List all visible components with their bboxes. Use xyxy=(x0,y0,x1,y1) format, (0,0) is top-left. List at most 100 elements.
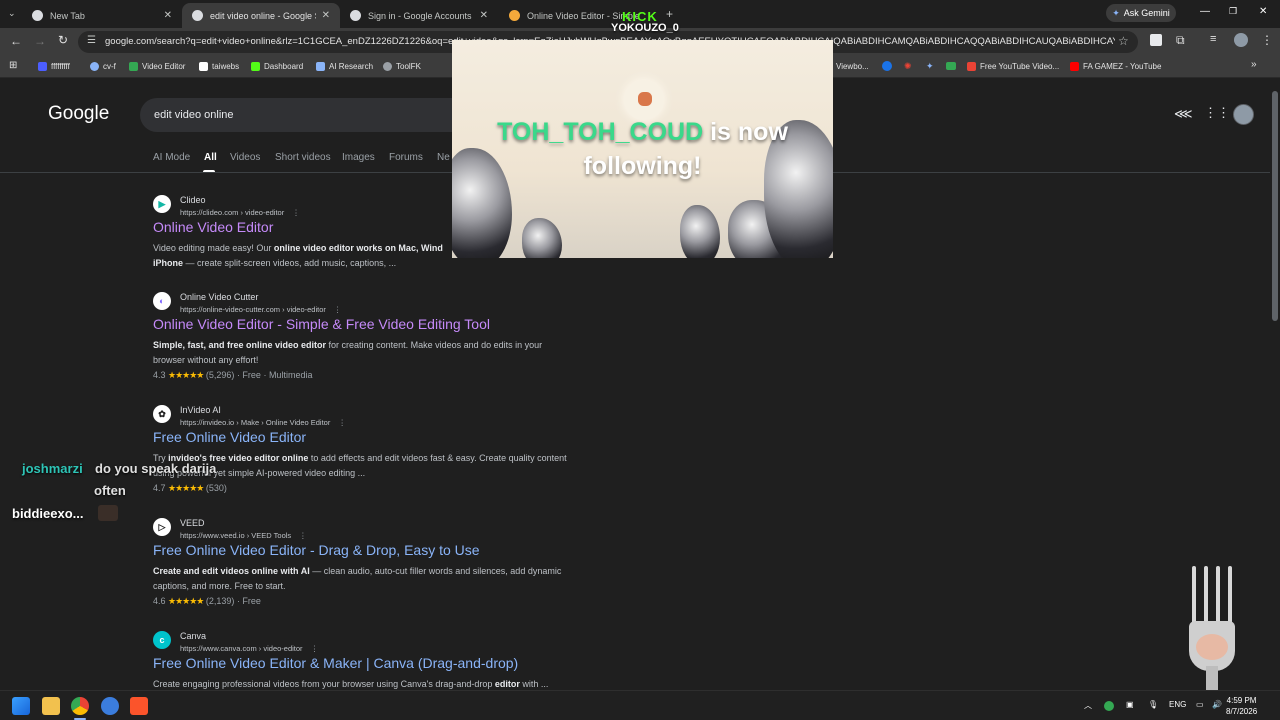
google-apps-icon[interactable]: ⋮⋮ xyxy=(1204,105,1230,121)
search-input[interactable]: edit video online xyxy=(140,98,470,132)
result-url[interactable]: https://www.canva.com › video-editor ⋮ xyxy=(180,644,318,653)
close-icon[interactable]: ✕ xyxy=(322,10,330,21)
more-options-icon[interactable]: ⋮ xyxy=(334,305,342,314)
bookmark-item[interactable]: Dashboard xyxy=(251,62,303,71)
bookmark-label: fffffffff xyxy=(51,62,70,71)
bookmark-icon[interactable] xyxy=(882,61,892,71)
bookmark-item[interactable]: Video Editor xyxy=(129,62,185,71)
result-url-text: https://online-video-cutter.com › video-… xyxy=(180,305,326,314)
tab-sign-in[interactable]: Sign in - Google Accounts ✕ xyxy=(340,3,498,28)
page-scrollbar[interactable] xyxy=(1270,79,1280,690)
file-explorer-icon[interactable] xyxy=(42,697,60,715)
tab-short-videos[interactable]: Short videos xyxy=(275,152,331,163)
bookmark-label: taiwebs xyxy=(212,62,240,71)
tab-google-search[interactable]: edit video online - Google Search ✕ xyxy=(182,3,340,28)
tab-title: edit video online - Google Search xyxy=(210,10,316,21)
bookmark-icon[interactable]: ✺ xyxy=(904,61,912,72)
bookmark-item[interactable]: cv-f xyxy=(90,62,116,71)
more-options-icon[interactable]: ⋮ xyxy=(338,418,346,427)
share-icon[interactable]: ⋘ xyxy=(1174,106,1193,122)
volume-icon[interactable]: 🔊 xyxy=(1212,700,1222,709)
more-options-icon[interactable]: ⋮ xyxy=(292,208,300,217)
tab-search-icon[interactable]: ⌄ xyxy=(8,8,16,19)
result-title-link[interactable]: Online Video Editor - Simple & Free Vide… xyxy=(153,316,490,332)
scrollbar-thumb[interactable] xyxy=(1272,91,1278,321)
profile-avatar-icon[interactable] xyxy=(1234,33,1248,47)
bookmark-icon[interactable] xyxy=(946,62,956,70)
apps-grid-icon[interactable]: ⊞ xyxy=(9,60,17,71)
system-clock[interactable]: 4:59 PM 8/7/2026 xyxy=(1226,695,1257,717)
bookmark-icon[interactable]: ✦ xyxy=(926,61,934,72)
bookmark-item[interactable]: ToolFK xyxy=(383,62,421,71)
back-icon[interactable]: ← xyxy=(10,34,22,48)
new-tab-button[interactable]: + xyxy=(666,7,673,21)
bookmark-icon xyxy=(129,62,138,71)
extensions-puzzle-icon[interactable]: ⧉ xyxy=(1176,33,1185,48)
bookmark-label: Viewbo... xyxy=(836,62,869,71)
result-url[interactable]: https://online-video-cutter.com › video-… xyxy=(180,305,341,314)
tab-new-tab[interactable]: New Tab ✕ xyxy=(22,3,182,28)
result-title-link[interactable]: Free Online Video Editor - Drag & Drop, … xyxy=(153,542,480,558)
bookmark-item[interactable]: FA GAMEZ - YouTube xyxy=(1070,62,1161,71)
tray-overflow-icon[interactable]: ︿ xyxy=(1084,700,1092,711)
windows-start-icon[interactable] xyxy=(12,697,30,715)
restore-icon[interactable]: ❐ xyxy=(1229,6,1237,17)
minimize-icon[interactable]: — xyxy=(1200,6,1210,17)
more-options-icon[interactable]: ⋮ xyxy=(299,531,307,540)
reload-icon[interactable]: ↻ xyxy=(58,33,68,47)
tab-ai-mode[interactable]: AI Mode xyxy=(153,152,190,163)
ask-gemini-button[interactable]: ✦ Ask Gemini xyxy=(1106,4,1176,22)
language-indicator[interactable]: ENG xyxy=(1169,700,1186,709)
kick-username: YOKOUZO_0 xyxy=(611,22,679,34)
bookmark-item[interactable]: Viewbo... xyxy=(836,62,869,71)
bookmark-item[interactable]: Free YouTube Video... xyxy=(967,62,1059,71)
rating-value: 4.3 xyxy=(153,370,166,380)
result-url-text: https://www.veed.io › VEED Tools xyxy=(180,531,292,540)
tab-images[interactable]: Images xyxy=(342,152,375,163)
bookmark-icon xyxy=(383,62,392,71)
snippet-text: for creating content. Make videos and do… xyxy=(326,340,543,350)
menu-kebab-icon[interactable]: ⋮ xyxy=(1261,33,1273,47)
canva-favicon: c xyxy=(153,631,171,649)
fork-tine xyxy=(1228,566,1232,626)
chrome-taskbar-icon[interactable] xyxy=(71,697,89,715)
network-icon[interactable]: ▭ xyxy=(1196,700,1204,709)
bookmark-item[interactable]: taiwebs xyxy=(199,62,239,71)
bookmark-item[interactable]: AI Research xyxy=(316,62,373,71)
video-editor-icon xyxy=(509,10,520,21)
rating-value: 4.6 xyxy=(153,596,166,606)
tab-all[interactable]: All xyxy=(204,152,217,163)
bookmark-item[interactable]: fffffffff xyxy=(38,62,70,71)
extension-icon[interactable] xyxy=(1150,34,1162,46)
google-logo[interactable]: Google xyxy=(48,103,109,125)
close-icon[interactable]: ✕ xyxy=(480,10,488,21)
account-avatar[interactable] xyxy=(1233,104,1254,125)
bookmark-label: FA GAMEZ - YouTube xyxy=(1083,62,1162,71)
result-url[interactable]: https://www.veed.io › VEED Tools ⋮ xyxy=(180,531,307,540)
window-close-icon[interactable]: ✕ xyxy=(1259,6,1267,17)
site-info-icon[interactable]: ☰ xyxy=(87,35,96,46)
tab-forums[interactable]: Forums xyxy=(389,152,423,163)
result-title-link[interactable]: Free Online Video Editor & Maker | Canva… xyxy=(153,655,518,671)
result-url[interactable]: https://invideo.io › Make › Online Video… xyxy=(180,418,346,427)
reading-list-icon[interactable]: ≡ xyxy=(1210,33,1216,45)
tray-app-icon[interactable] xyxy=(1104,701,1114,711)
windows-taskbar: ︿ ▣ 🎙 ENG ▭ 🔊 4:59 PM 8/7/2026 xyxy=(0,690,1280,720)
result-title-link[interactable]: Online Video Editor xyxy=(153,219,273,235)
app-taskbar-icon[interactable] xyxy=(101,697,119,715)
result-title-link[interactable]: Free Online Video Editor xyxy=(153,429,306,445)
follow-alert-overlay: TOH_TOH_COUD is now following! xyxy=(452,40,833,258)
close-icon[interactable]: ✕ xyxy=(164,10,172,21)
search-result: ✿ InVideo AI https://invideo.io › Make ›… xyxy=(153,405,593,505)
more-options-icon[interactable]: ⋮ xyxy=(311,644,319,653)
fork-tine xyxy=(1216,566,1220,626)
tab-news[interactable]: Ne xyxy=(437,152,450,163)
tray-app-icon[interactable]: ▣ xyxy=(1126,700,1134,709)
bookmark-star-icon[interactable]: ☆ xyxy=(1118,34,1129,48)
microphone-icon[interactable]: 🎙 xyxy=(1148,700,1158,709)
tab-videos[interactable]: Videos xyxy=(230,152,260,163)
brave-taskbar-icon[interactable] xyxy=(130,697,148,715)
result-url[interactable]: https://clideo.com › video-editor ⋮ xyxy=(180,208,300,217)
forward-icon[interactable]: → xyxy=(34,34,46,48)
more-bookmarks-icon[interactable]: » xyxy=(1251,59,1257,70)
